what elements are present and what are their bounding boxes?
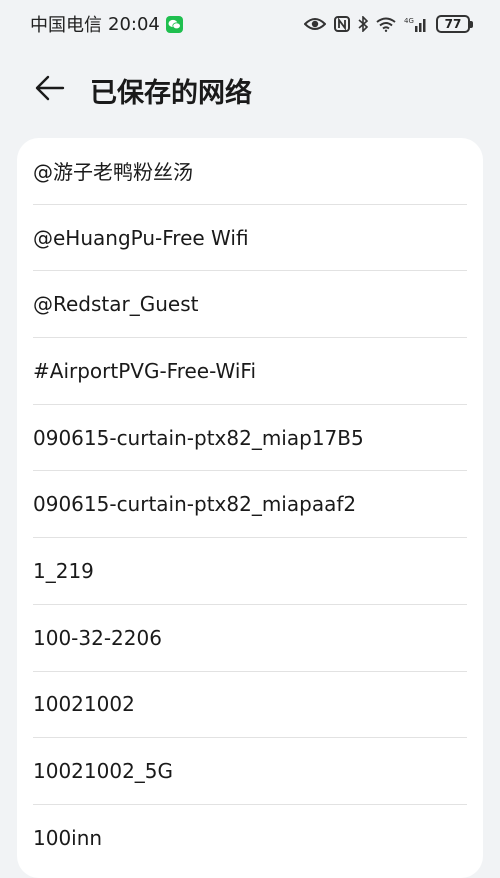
network-name: 10021002 [33, 692, 135, 717]
network-item[interactable]: 10021002 [33, 672, 467, 739]
carrier-label: 中国电信 [30, 15, 102, 36]
network-name: #AirportPVG-Free-WiFi [33, 358, 257, 383]
network-item[interactable]: 1_219 [33, 538, 467, 605]
status-bar: 中国电信 20:04 4G 77 [0, 0, 500, 48]
bluetooth-icon [358, 16, 368, 32]
network-name: 100inn [33, 826, 103, 851]
network-item[interactable]: @游子老鸭粉丝汤 [33, 138, 467, 205]
wechat-icon [165, 15, 183, 33]
title-bar: 已保存的网络 [0, 60, 500, 120]
network-item[interactable]: #AirportPVG-Free-WiFi [33, 338, 467, 405]
battery-icon: 77 [436, 15, 473, 33]
network-name: @游子老鸭粉丝汤 [33, 160, 193, 185]
arrow-left-icon [35, 75, 65, 105]
eye-icon [304, 17, 326, 31]
network-item[interactable]: 100inn [33, 805, 467, 872]
network-name: @Redstar_Guest [33, 292, 199, 317]
network-name: 100-32-2206 [33, 625, 162, 650]
page-title: 已保存的网络 [90, 77, 252, 109]
network-item[interactable]: 100-32-2206 [33, 605, 467, 672]
network-item[interactable]: @eHuangPu-Free Wifi [33, 205, 467, 272]
wifi-icon [376, 17, 396, 32]
battery-level: 77 [444, 17, 462, 31]
network-name: 090615-curtain-ptx82_miap17B5 [33, 425, 364, 450]
status-right: 4G 77 [304, 15, 473, 33]
network-item[interactable]: 090615-curtain-ptx82_miap17B5 [33, 405, 467, 472]
status-left: 中国电信 20:04 [30, 11, 183, 37]
network-name: @eHuangPu-Free Wifi [33, 225, 249, 250]
clock: 20:04 [108, 13, 160, 35]
back-button[interactable] [30, 70, 70, 110]
network-name: 10021002_5G [33, 759, 174, 784]
cellular-signal-icon: 4G [404, 16, 428, 32]
network-name: 090615-curtain-ptx82_miapaaf2 [33, 492, 357, 517]
network-name: 1_219 [33, 558, 94, 583]
network-item[interactable]: @Redstar_Guest [33, 271, 467, 339]
saved-networks-list: @游子老鸭粉丝汤 @eHuangPu-Free Wifi @Redstar_Gu… [17, 138, 483, 878]
nfc-icon [334, 16, 350, 32]
network-item[interactable]: 10021002_5G [33, 738, 467, 805]
network-type-label: 4G [404, 17, 414, 25]
network-item[interactable]: 090615-curtain-ptx82_miapaaf2 [33, 471, 467, 539]
